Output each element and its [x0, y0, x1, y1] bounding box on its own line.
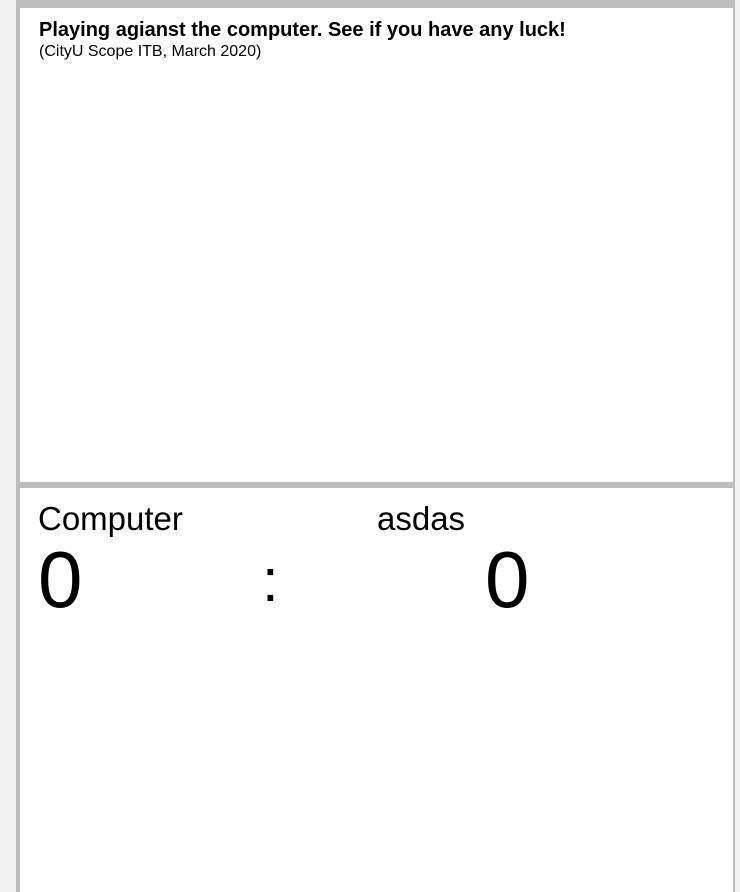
score-separator: :	[262, 547, 279, 614]
player1-score: 0	[38, 535, 83, 624]
game-panel: Playing agianst the computer. See if you…	[20, 8, 733, 482]
page-title: Playing agianst the computer. See if you…	[39, 19, 566, 41]
scoreboard-panel: Computer asdas 0 : 0	[20, 488, 733, 892]
player2-score: 0	[485, 535, 530, 624]
player2-name: asdas	[377, 500, 466, 537]
player1-name: Computer	[38, 500, 183, 537]
page-subtitle: (CityU Scope ITB, March 2020)	[39, 43, 262, 60]
game-frame: Playing agianst the computer. See if you…	[16, 0, 735, 892]
